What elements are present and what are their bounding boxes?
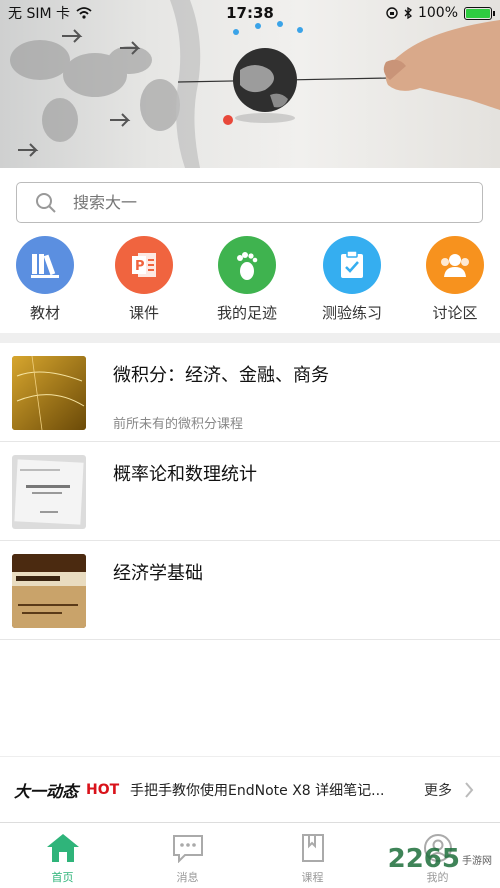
tab-label: 首页: [51, 871, 74, 884]
footprint-icon: [218, 236, 276, 294]
bluetooth-icon: [404, 7, 412, 19]
tab-messages[interactable]: 消息: [125, 823, 250, 888]
search-input[interactable]: [73, 193, 453, 212]
search-icon: [36, 192, 56, 213]
quick-nav-label: 课件: [128, 304, 159, 322]
course-title: 经济学基础: [113, 563, 203, 584]
tab-label: 课程: [301, 871, 324, 884]
quick-nav-label: 测验练习: [321, 304, 382, 322]
battery-level: [466, 8, 490, 18]
books-icon: [16, 236, 74, 294]
watermark: 2265 手游网: [388, 844, 492, 874]
quick-nav-label: 教材: [29, 304, 60, 322]
more-link[interactable]: 更多: [424, 780, 452, 800]
app-page: 无 SIM 卡 17:38 100% 搜索大一 教材 P 课件 我的足迹 测验练…: [0, 0, 500, 888]
tab-home[interactable]: 首页: [0, 823, 125, 888]
quick-nav-label: 我的足迹: [216, 304, 277, 322]
quick-nav: 教材 P 课件 我的足迹 测验练习 讨论区: [0, 236, 500, 328]
quick-nav-footprints[interactable]: 我的足迹: [202, 236, 292, 323]
course-item[interactable]: 经济学基础: [0, 541, 500, 640]
news-headline[interactable]: 手把手教你使用EndNote X8 详细笔记...: [130, 780, 400, 800]
clock: 17:38: [226, 4, 274, 22]
home-icon: [46, 834, 79, 862]
svg-text:P: P: [135, 259, 145, 274]
message-icon: [172, 835, 203, 863]
clipboard-check-icon: [323, 236, 381, 294]
course-thumbnail-calculus: [12, 356, 86, 430]
watermark-number: 2265: [387, 844, 460, 874]
tab-label: 消息: [176, 871, 199, 884]
course-thumbnail-probability: [12, 455, 86, 529]
course-item[interactable]: 微积分：经济、金融、商务 前所未有的微积分课程: [0, 343, 500, 442]
chevron-right-icon[interactable]: [464, 781, 474, 799]
course-title: 微积分：经济、金融、商务: [113, 365, 329, 386]
carrier-label: 无 SIM 卡: [8, 6, 70, 22]
quick-nav-quiz[interactable]: 测验练习: [307, 236, 397, 323]
news-ticker[interactable]: 大一动态 HOT 手把手教你使用EndNote X8 详细笔记... 更多: [0, 756, 500, 822]
status-bar: 无 SIM 卡 17:38 100%: [0, 0, 500, 26]
course-title: 概率论和数理统计: [113, 464, 257, 485]
quick-nav-discussion[interactable]: 讨论区: [410, 236, 500, 323]
section-divider: [0, 333, 500, 343]
rotation-lock-icon: [386, 7, 398, 19]
hot-badge: HOT: [86, 781, 120, 798]
powerpoint-icon: P: [115, 236, 173, 294]
tab-courses[interactable]: 课程: [250, 823, 375, 888]
watermark-suffix: 手游网: [462, 856, 492, 867]
quick-nav-label: 讨论区: [432, 304, 478, 322]
battery-icon: [464, 6, 495, 20]
wifi-icon: [76, 7, 92, 19]
course-description: 前所未有的微积分课程: [113, 417, 244, 432]
banner[interactable]: 无 SIM 卡 17:38 100%: [0, 0, 500, 168]
course-item[interactable]: 概率论和数理统计: [0, 442, 500, 541]
search-bar[interactable]: [16, 182, 483, 223]
course-list: 微积分：经济、金融、商务 前所未有的微积分课程 概率论和数理统计 经济学基础: [0, 343, 500, 640]
course-thumbnail-economics: [12, 554, 86, 628]
battery-percent: 100%: [417, 5, 458, 21]
news-ticker-logo: 大一动态: [14, 781, 79, 801]
quick-nav-textbooks[interactable]: 教材: [0, 236, 90, 323]
group-icon: [426, 236, 484, 294]
quick-nav-courseware[interactable]: P 课件: [99, 236, 189, 323]
bookmark-book-icon: [301, 834, 324, 862]
